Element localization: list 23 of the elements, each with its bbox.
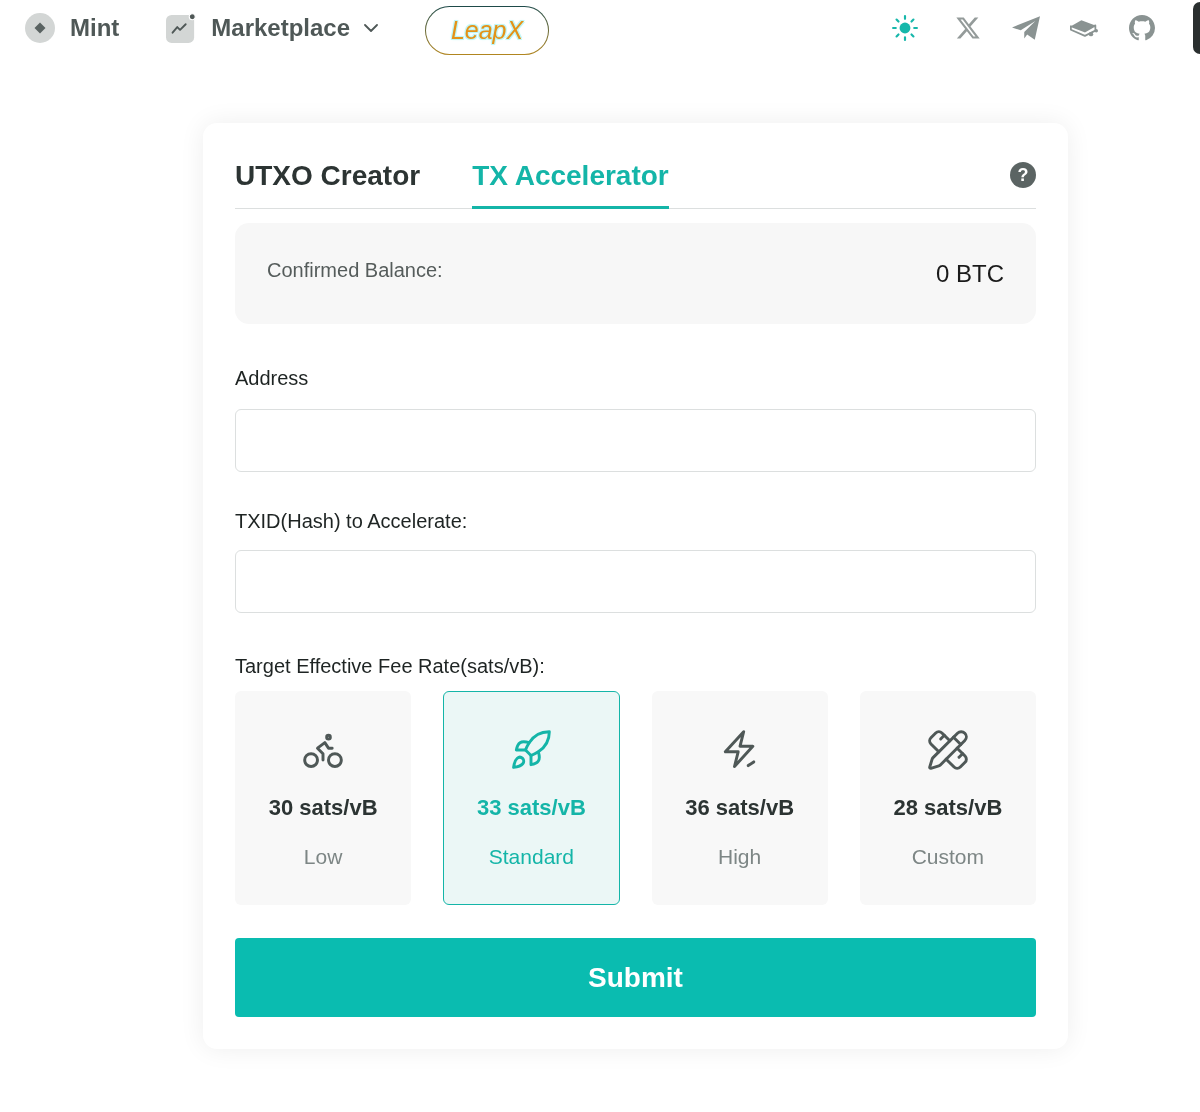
input-field[interactable] [235, 550, 1036, 613]
sun-icon[interactable] [891, 15, 919, 41]
fee-option[interactable]: 36 sats/vB High [651, 691, 828, 905]
chart-icon [166, 13, 197, 43]
nav-link[interactable]: Marketplace [166, 13, 379, 43]
nav-link[interactable]: Mint [25, 13, 120, 43]
tab[interactable]: UTXO Creator [235, 159, 421, 209]
pencil-ruler-icon [925, 728, 970, 772]
field-label: Address [235, 366, 310, 390]
field-label: TXID(Hash) to Accelerate: [235, 509, 469, 533]
balance-label: Confirmed Balance: [267, 259, 443, 282]
cropped-button[interactable] [1193, 2, 1200, 54]
fee-rate-label: Target Effective Fee Rate(sats/vB): [235, 654, 546, 678]
rocket-icon [509, 728, 554, 772]
input-field[interactable] [235, 409, 1036, 472]
github-icon[interactable] [1128, 15, 1156, 41]
help-button[interactable]: ? [1010, 162, 1036, 188]
x-logo-icon[interactable] [954, 15, 982, 41]
fee-option[interactable]: 30 sats/vB Low [235, 691, 412, 905]
fee-option[interactable]: 28 sats/vB Custom [859, 691, 1036, 905]
caret-icon [364, 24, 379, 32]
paper-plane-icon[interactable] [1012, 15, 1040, 41]
balance-value: 0 BTC [936, 259, 1004, 288]
